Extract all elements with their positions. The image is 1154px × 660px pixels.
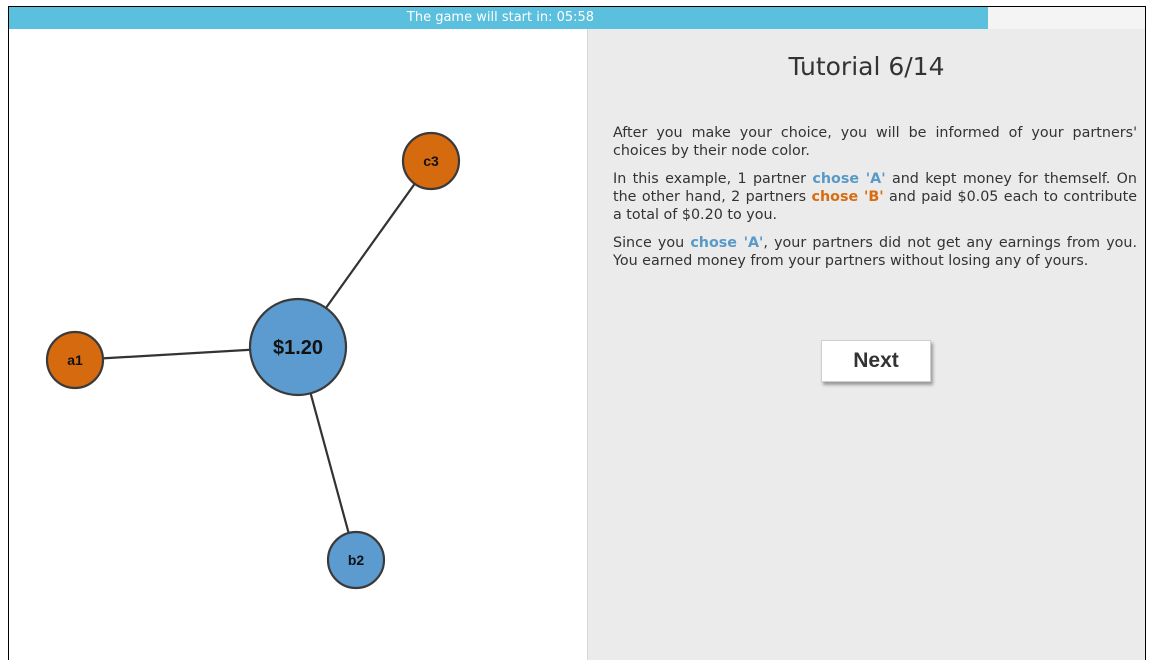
timer-label: The game will start in: 05:58 — [406, 10, 595, 25]
tutorial-text: After you make your choice, you will be … — [613, 124, 1137, 280]
tutorial-paragraph-2: In this example, 1 partner chose 'A' and… — [613, 170, 1137, 224]
node-a1: a1 — [45, 330, 105, 390]
tutorial-panel: Tutorial 6/14 After you make your choice… — [587, 29, 1145, 660]
countdown-timer: The game will start in: 05:58 — [9, 7, 1145, 29]
node-self-earnings-label: $1.20 — [273, 337, 323, 359]
next-button[interactable]: Next — [821, 340, 931, 382]
tutorial-title: Tutorial 6/14 — [788, 52, 945, 81]
node-self: $1.20 — [248, 297, 348, 397]
p3-text-1: Since you — [613, 235, 691, 251]
chose-a-highlight: chose 'A' — [812, 171, 886, 187]
tutorial-paragraph-3: Since you chose 'A', your partners did n… — [613, 234, 1137, 270]
network-graph: c3 a1 b2 $1.20 — [9, 29, 587, 660]
node-c3: c3 — [401, 131, 461, 191]
p2-text-1: In this example, 1 partner — [613, 171, 813, 187]
chose-b-highlight: chose 'B' — [811, 189, 884, 205]
node-b2: b2 — [326, 530, 386, 590]
network-graph-svg: c3 a1 b2 $1.20 — [45, 131, 461, 590]
node-b2-label: b2 — [348, 552, 365, 568]
node-c3-label: c3 — [423, 153, 439, 169]
chose-a-highlight: chose 'A' — [690, 235, 764, 251]
tutorial-paragraph-1: After you make your choice, you will be … — [613, 125, 1137, 159]
node-a1-label: a1 — [67, 352, 83, 368]
